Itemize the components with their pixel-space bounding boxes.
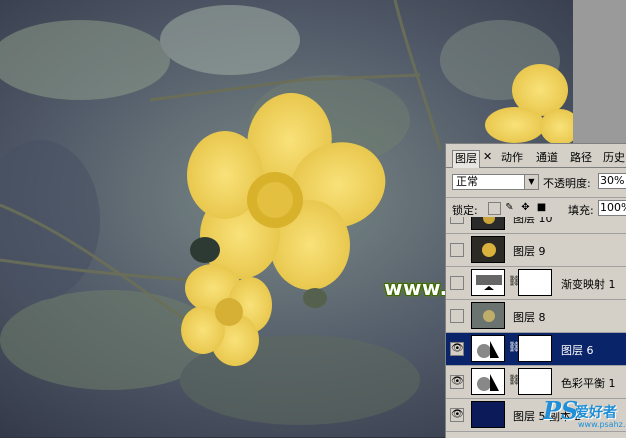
visibility-toggle[interactable] xyxy=(450,243,464,257)
canvas-background xyxy=(573,0,626,143)
tab-channels[interactable]: 通道 xyxy=(534,150,560,166)
eye-icon[interactable]: 👁 xyxy=(450,408,464,422)
tab-paths[interactable]: 路径 xyxy=(568,150,594,166)
brush-icon[interactable]: ✎ xyxy=(504,202,515,213)
visibility-toggle[interactable] xyxy=(450,309,464,323)
ps-logo-url: www.psahz.com xyxy=(578,420,626,429)
lock-icon[interactable]: ■ xyxy=(536,202,547,213)
layer-thumbnail xyxy=(471,401,505,428)
move-icon[interactable]: ✥ xyxy=(520,202,531,213)
layer-name: 图层 6 xyxy=(561,344,594,357)
visibility-toggle[interactable] xyxy=(450,217,464,224)
chevron-down-icon[interactable]: ▼ xyxy=(524,175,538,189)
layer-thumbnail xyxy=(471,217,505,230)
opacity-input[interactable]: 30% xyxy=(598,173,626,189)
layer-row-6[interactable]: 👁 ⛓ 图层 6 xyxy=(446,333,626,366)
layer-name: 图层 8 xyxy=(513,311,546,324)
layer-thumbnail xyxy=(471,236,505,263)
panel-tab-bar: 图层 ✕ 动作 通道 路径 历史 xyxy=(446,150,626,168)
ps-logo: PS 爱好者 www.psahz.com xyxy=(538,392,626,437)
fill-label: 填充: xyxy=(568,204,594,217)
layer-row-8[interactable]: 图层 8 xyxy=(446,300,626,333)
layer-name: 色彩平衡 1 xyxy=(561,377,616,390)
layer-thumbnail xyxy=(471,302,505,329)
blend-mode-select[interactable]: 正常 ▼ xyxy=(452,174,539,190)
tab-layers[interactable]: 图层 xyxy=(452,150,480,168)
visibility-toggle[interactable] xyxy=(450,276,464,290)
layer-name: 图层 9 xyxy=(513,245,546,258)
layer-mask-thumbnail[interactable] xyxy=(518,335,552,362)
ps-logo-title: 爱好者 xyxy=(575,405,617,421)
lock-label: 锁定: xyxy=(452,204,478,217)
layer-mask-thumbnail[interactable] xyxy=(518,269,552,296)
lock-transparent-icon[interactable] xyxy=(488,202,501,215)
blend-mode-value: 正常 xyxy=(456,175,478,188)
lock-row: 锁定: ✎ ✥ ■ 填充: 100% xyxy=(446,197,626,218)
eye-icon[interactable]: 👁 xyxy=(450,342,464,356)
layer-row-9[interactable]: 图层 9 xyxy=(446,234,626,267)
layer-name: 图层 10 xyxy=(513,217,553,225)
ps-logo-mark: PS xyxy=(543,396,579,425)
tab-actions[interactable]: 动作 xyxy=(499,150,525,166)
layer-mask-thumbnail[interactable] xyxy=(518,368,552,395)
adjustment-icon xyxy=(471,368,505,395)
opacity-label: 不透明度: xyxy=(543,177,591,190)
layer-thumbnail xyxy=(471,335,505,362)
layer-row-10[interactable]: 图层 10 xyxy=(446,217,626,234)
layer-name: 渐变映射 1 xyxy=(561,278,616,291)
eye-icon[interactable]: 👁 xyxy=(450,375,464,389)
fill-input[interactable]: 100% xyxy=(598,200,626,216)
tab-history[interactable]: 历史 xyxy=(601,150,626,166)
adjustment-icon xyxy=(471,269,505,296)
close-icon[interactable]: ✕ xyxy=(483,150,492,163)
layer-row-gradient-map[interactable]: ⛓ 渐变映射 1 xyxy=(446,267,626,300)
